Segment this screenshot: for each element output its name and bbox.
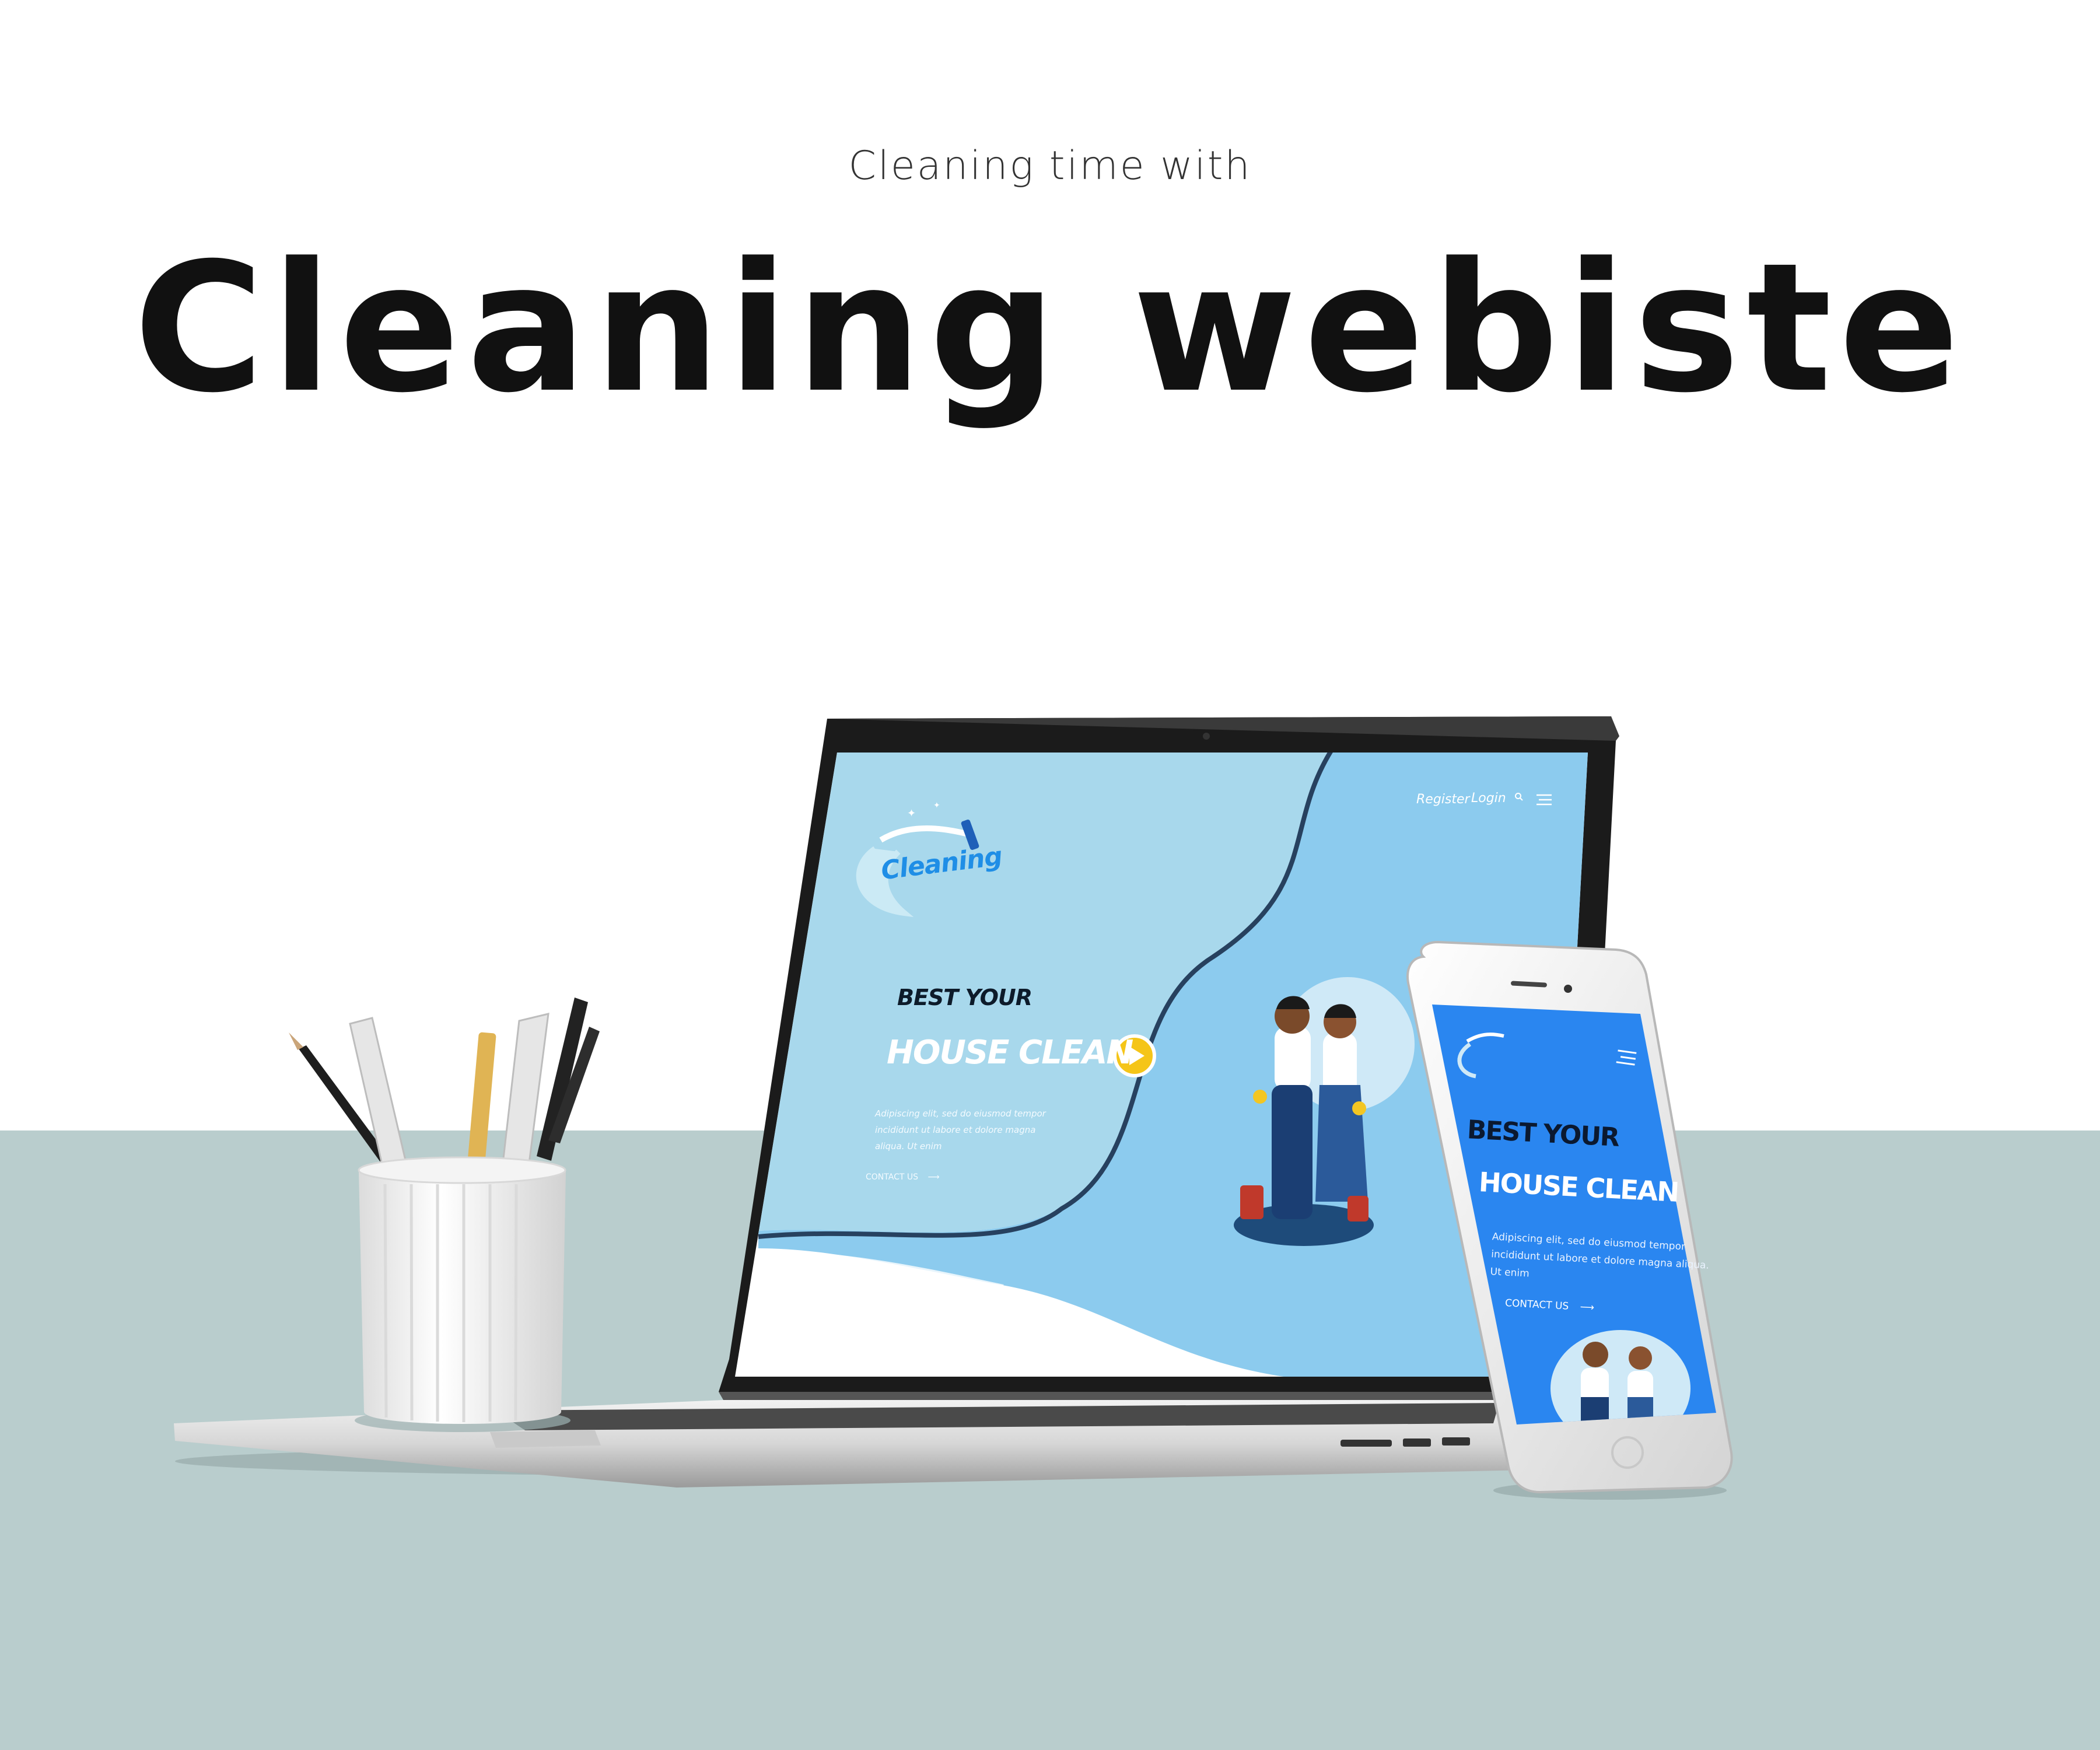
nav-register-link[interactable]: Register bbox=[1416, 792, 1470, 807]
hero-paragraph: Adipiscing elit, sed do eiusmod tempor i… bbox=[875, 1108, 1046, 1152]
arrow-right-icon: ⟶ bbox=[1580, 1301, 1595, 1314]
phone-camera bbox=[1564, 985, 1572, 993]
webcam-icon bbox=[1203, 733, 1210, 740]
sd-card-slot bbox=[1340, 1440, 1392, 1447]
usb-port bbox=[1403, 1438, 1431, 1447]
device-mockup-scene: ✦ ✦ bbox=[174, 716, 1733, 1500]
hero-headline-1: BEST YOUR bbox=[897, 985, 1032, 1010]
arrow-right-icon: ⟶ bbox=[928, 1172, 940, 1182]
svg-text:✦: ✦ bbox=[933, 801, 940, 810]
search-icon[interactable] bbox=[1514, 792, 1524, 802]
hamburger-menu-icon[interactable] bbox=[1535, 793, 1553, 806]
nav-login-link[interactable]: Login bbox=[1471, 791, 1506, 806]
hero-headline-2: HOUSE CLEAN bbox=[887, 1034, 1133, 1072]
usb-port bbox=[1442, 1437, 1470, 1446]
phone-hamburger-menu-icon[interactable] bbox=[1615, 1049, 1637, 1067]
contact-us-link[interactable]: CONTACT US ⟶ bbox=[866, 1172, 940, 1182]
pencil-cup bbox=[289, 998, 600, 1432]
ruler bbox=[349, 1017, 410, 1178]
trackpad bbox=[490, 1430, 601, 1448]
svg-text:✦: ✦ bbox=[907, 807, 916, 820]
contact-us-label: CONTACT US bbox=[866, 1172, 918, 1182]
